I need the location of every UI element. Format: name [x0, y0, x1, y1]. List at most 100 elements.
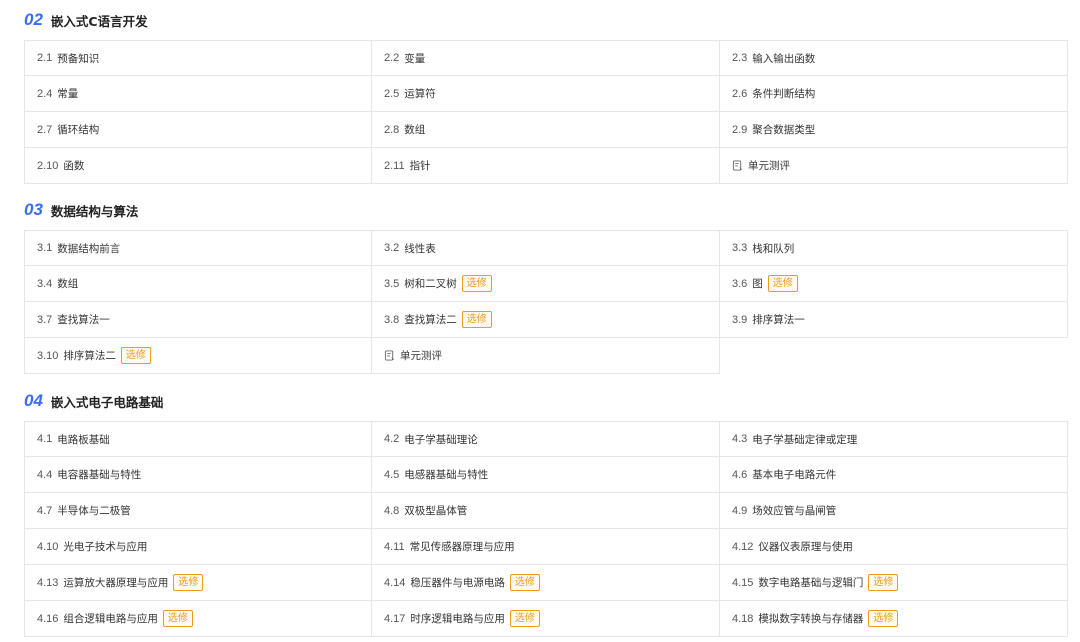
- lesson-title: 仪器仪表原理与使用: [758, 541, 853, 553]
- lesson-item[interactable]: 4.11 常见传感器原理与应用: [372, 529, 720, 565]
- lesson-title: 半导体与二极管: [57, 505, 131, 517]
- lesson-item[interactable]: 4.3 电子学基础定律或定理: [720, 421, 1068, 457]
- lesson-number: 4.8: [384, 504, 400, 517]
- lesson-title: 运算符: [404, 88, 436, 100]
- lesson-number: 2.5: [384, 87, 400, 100]
- lesson-number: 4.3: [732, 433, 748, 445]
- lesson-title: 查找算法二: [404, 314, 457, 326]
- lesson-item[interactable]: 2.9 聚合数据类型: [720, 112, 1068, 148]
- lesson-number: 4.5: [384, 468, 400, 481]
- elective-badge: 选修: [120, 347, 151, 364]
- lesson-title: 光电子技术与应用: [63, 541, 148, 553]
- lesson-grid: 4.1 电路板基础 4.2 电子学基础理论 4.3 电子学基础定律或定理 4.4 电容器…: [24, 421, 1068, 637]
- lesson-title: 线性表: [404, 242, 436, 255]
- lesson-title: 时序逻辑电路与应用: [410, 613, 505, 625]
- lesson-number: 3.9: [732, 313, 748, 326]
- quiz-document-icon: [732, 160, 743, 171]
- elective-badge: 选修: [461, 275, 492, 292]
- lesson-item[interactable]: 2.5 运算符: [372, 76, 720, 112]
- lesson-item[interactable]: 4.15 数字电路基础与逻辑门 选修: [720, 565, 1068, 601]
- lesson-item[interactable]: 4.7 半导体与二极管: [24, 493, 372, 529]
- lesson-item[interactable]: 3.10 排序算法二 选修: [24, 338, 372, 374]
- unit-quiz-item[interactable]: 单元测评: [372, 338, 720, 374]
- lesson-item[interactable]: 4.5 电感器基础与特性: [372, 457, 720, 493]
- lesson-number: 4.6: [732, 468, 748, 481]
- lesson-item[interactable]: 3.3 栈和队列: [720, 230, 1068, 266]
- lesson-item[interactable]: 4.6 基本电子电路元件: [720, 457, 1068, 493]
- lesson-title: 基本电子电路元件: [752, 469, 837, 481]
- section-02: 02 嵌入式C语言开发 2.1 预备知识 2.2 变量 2.3 输入输出函数 2.4 常…: [24, 8, 1068, 184]
- lesson-item[interactable]: 4.10 光电子技术与应用: [24, 529, 372, 565]
- lesson-title: 输入输出函数: [752, 52, 816, 65]
- lesson-number: 4.1: [37, 433, 53, 445]
- lesson-item[interactable]: 2.1 预备知识: [24, 40, 372, 76]
- lesson-item[interactable]: 2.8 数组: [372, 112, 720, 148]
- quiz-label: 单元测评: [400, 350, 442, 362]
- lesson-number: 3.6: [732, 277, 748, 290]
- lesson-number: 3.5: [384, 277, 400, 290]
- lesson-title: 数据结构前言: [57, 242, 121, 255]
- lesson-item[interactable]: 3.1 数据结构前言: [24, 230, 372, 266]
- lesson-title: 树和二叉树: [404, 278, 457, 290]
- lesson-title: 指针: [409, 160, 431, 172]
- elective-badge: 选修: [509, 574, 540, 591]
- lesson-item[interactable]: 2.7 循环结构: [24, 112, 372, 148]
- lesson-item[interactable]: 4.16 组合逻辑电路与应用 选修: [24, 601, 372, 637]
- lesson-item[interactable]: 2.6 条件判断结构: [720, 76, 1068, 112]
- lesson-item[interactable]: 4.13 运算放大器原理与应用 选修: [24, 565, 372, 601]
- unit-quiz-item[interactable]: 单元测评: [720, 148, 1068, 184]
- lesson-title: 稳压器件与电源电路: [410, 577, 505, 589]
- lesson-item[interactable]: 3.8 查找算法二 选修: [372, 302, 720, 338]
- lesson-item[interactable]: 3.5 树和二叉树 选修: [372, 266, 720, 302]
- lesson-item[interactable]: 4.2 电子学基础理论: [372, 421, 720, 457]
- lesson-item[interactable]: 4.14 稳压器件与电源电路 选修: [372, 565, 720, 601]
- elective-badge: 选修: [868, 610, 899, 627]
- lesson-item[interactable]: 2.3 输入输出函数: [720, 40, 1068, 76]
- lesson-number: 3.2: [384, 242, 400, 254]
- lesson-number: 2.1: [37, 52, 53, 64]
- lesson-item[interactable]: 4.12 仪器仪表原理与使用: [720, 529, 1068, 565]
- lesson-item[interactable]: 2.10 函数: [24, 148, 372, 184]
- lesson-item[interactable]: 3.6 图选修: [720, 266, 1068, 302]
- lesson-item[interactable]: 4.1 电路板基础: [24, 421, 372, 457]
- lesson-number: 2.3: [732, 52, 748, 64]
- section-title: 嵌入式电子电路基础: [50, 394, 164, 410]
- lesson-item[interactable]: 3.7 查找算法一: [24, 302, 372, 338]
- lesson-title: 电感器基础与特性: [404, 469, 489, 481]
- lesson-item[interactable]: 4.17 时序逻辑电路与应用 选修: [372, 601, 720, 637]
- section-04: 04 嵌入式电子电路基础 4.1 电路板基础 4.2 电子学基础理论 4.3 电子学基…: [24, 389, 1068, 637]
- lesson-number: 4.2: [384, 433, 400, 445]
- elective-badge: 选修: [173, 574, 204, 591]
- lesson-item[interactable]: 3.4 数组: [24, 266, 372, 302]
- lesson-title: 循环结构: [57, 124, 100, 136]
- lesson-title: 排序算法二: [63, 350, 116, 362]
- lesson-item[interactable]: 4.9 场效应管与晶闸管: [720, 493, 1068, 529]
- lesson-item[interactable]: 2.4 常量: [24, 76, 372, 112]
- lesson-title: 电容器基础与特性: [57, 469, 142, 481]
- lesson-number: 4.4: [37, 468, 53, 481]
- lesson-title: 变量: [404, 52, 426, 65]
- quiz-document-icon: [384, 350, 395, 361]
- lesson-title: 条件判断结构: [752, 88, 816, 100]
- lesson-item[interactable]: 3.2 线性表: [372, 230, 720, 266]
- lesson-number: 4.10: [37, 540, 59, 553]
- lesson-grid: 3.1 数据结构前言 3.2 线性表 3.3 栈和队列 3.4 数组 3.5 树和二叉树选…: [24, 230, 1068, 374]
- lesson-title: 数组: [404, 124, 426, 136]
- lesson-item[interactable]: 2.2 变量: [372, 40, 720, 76]
- lesson-item[interactable]: 2.11 指针: [372, 148, 720, 184]
- lesson-item[interactable]: 4.18 模拟数字转换与存储器 选修: [720, 601, 1068, 637]
- lesson-number: 4.17: [384, 612, 406, 625]
- lesson-number: 4.18: [732, 612, 754, 625]
- lesson-number: 4.14: [384, 576, 406, 589]
- lesson-item[interactable]: 4.8 双极型晶体管: [372, 493, 720, 529]
- lesson-number: 4.7: [37, 504, 53, 517]
- lesson-title: 聚合数据类型: [752, 124, 816, 136]
- section-title: 数据结构与算法: [50, 203, 139, 219]
- lesson-title: 预备知识: [57, 52, 100, 65]
- lesson-item[interactable]: 4.4 电容器基础与特性: [24, 457, 372, 493]
- lesson-number: 2.9: [732, 123, 748, 136]
- lesson-item[interactable]: 3.9 排序算法一: [720, 302, 1068, 338]
- lesson-title: 电路板基础: [57, 433, 110, 446]
- lesson-number: 3.1: [37, 242, 53, 254]
- lesson-title: 栈和队列: [752, 242, 795, 255]
